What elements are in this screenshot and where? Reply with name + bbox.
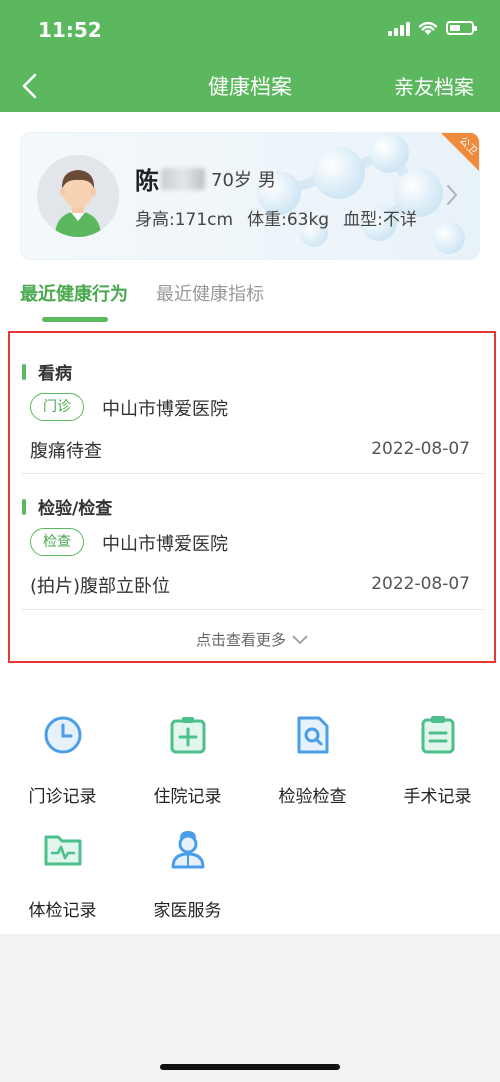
hospital-plus-icon <box>170 717 205 754</box>
recent-records-list: 看病 门诊 中山市博爱医院 腹痛待查 2022-08-07 检验/检查 检查 中… <box>8 331 496 663</box>
patient-age: 70岁 <box>211 169 252 191</box>
record-date: 2022-08-07 <box>371 439 470 459</box>
clock-icon <box>44 716 81 754</box>
record-tag: 门诊 <box>30 393 84 421</box>
battery-icon <box>446 21 477 35</box>
signal-icon <box>388 20 410 36</box>
molecule-decoration <box>257 133 465 254</box>
function-grid: 门诊记录 住院记录 检验检查 手术记录 体检记录 家医服务 <box>0 686 500 934</box>
status-bar: 11:52 <box>0 0 500 60</box>
view-more-label: 点击查看更多 <box>195 631 286 649</box>
function-label: 门诊记录 <box>28 787 97 807</box>
wifi-icon <box>418 21 438 35</box>
patient-blood-type: 血型:不详 <box>343 210 417 230</box>
clipboard-list-icon <box>421 716 454 754</box>
function-label: 家医服务 <box>153 901 222 921</box>
status-icons <box>388 20 477 36</box>
record-description: (拍片)腹部立卧位 <box>30 576 171 597</box>
patient-name: 陈 <box>135 167 159 195</box>
view-more-button[interactable]: 点击查看更多 <box>10 629 494 650</box>
home-indicator[interactable] <box>160 1064 340 1070</box>
divider <box>22 473 484 474</box>
tab-bar: 最近健康行为 最近健康指标 <box>20 280 264 322</box>
tab-recent-behaviors[interactable]: 最近健康行为 <box>20 280 128 322</box>
function-label: 手术记录 <box>403 787 472 807</box>
name-row: 陈 70岁 男 <box>135 161 276 196</box>
chevron-right-icon <box>447 185 458 205</box>
record-marker <box>22 498 26 515</box>
record-hospital: 中山市博爱医院 <box>102 534 228 555</box>
patient-sex: 男 <box>257 169 276 191</box>
status-time: 11:52 <box>38 18 102 42</box>
patient-height: 身高:171cm <box>135 210 234 230</box>
profile-card[interactable]: 陈 70岁 男 身高:171cm 体重:63kg 血型:不详 公卫 <box>20 132 480 260</box>
record-tag: 检查 <box>30 528 84 556</box>
patient-weight: 体重:63kg <box>247 210 330 230</box>
function-lab-exams[interactable]: 检验检查 <box>250 714 375 807</box>
record-type-label: 检验/检查 <box>38 499 113 519</box>
function-inpatient-records[interactable]: 住院记录 <box>125 714 250 807</box>
doctor-icon <box>171 831 204 869</box>
record-description: 腹痛待查 <box>30 441 102 462</box>
function-surgery-records[interactable]: 手术记录 <box>375 714 500 807</box>
function-outpatient-records[interactable]: 门诊记录 <box>0 714 125 807</box>
avatar <box>37 155 119 237</box>
record-marker <box>22 363 26 380</box>
folder-pulse-icon <box>44 835 81 866</box>
family-records-button[interactable]: 亲友档案 <box>394 71 474 100</box>
function-label: 体检记录 <box>28 901 97 921</box>
document-search-icon <box>297 716 328 754</box>
record-type-label: 看病 <box>38 364 72 384</box>
name-redaction <box>161 167 205 190</box>
patient-stats: 身高:171cm 体重:63kg 血型:不详 <box>135 205 417 230</box>
record-hospital: 中山市博爱医院 <box>102 399 228 420</box>
function-physical-exam-records[interactable]: 体检记录 <box>0 828 125 921</box>
divider <box>22 609 484 610</box>
function-family-doctor[interactable]: 家医服务 <box>125 828 250 921</box>
function-label: 住院记录 <box>153 787 222 807</box>
record-date: 2022-08-07 <box>371 574 470 594</box>
record-type: 看病 <box>22 359 72 384</box>
public-health-corner-tag: 公卫 <box>441 133 479 171</box>
tab-recent-indicators[interactable]: 最近健康指标 <box>156 280 264 318</box>
chevron-down-icon <box>292 634 308 644</box>
nav-bar: 健康档案 亲友档案 <box>0 60 500 112</box>
function-label: 检验检查 <box>278 787 347 807</box>
record-type: 检验/检查 <box>22 494 112 519</box>
main-content: 陈 70岁 男 身高:171cm 体重:63kg 血型:不详 公卫 最近健康行为… <box>0 112 500 686</box>
